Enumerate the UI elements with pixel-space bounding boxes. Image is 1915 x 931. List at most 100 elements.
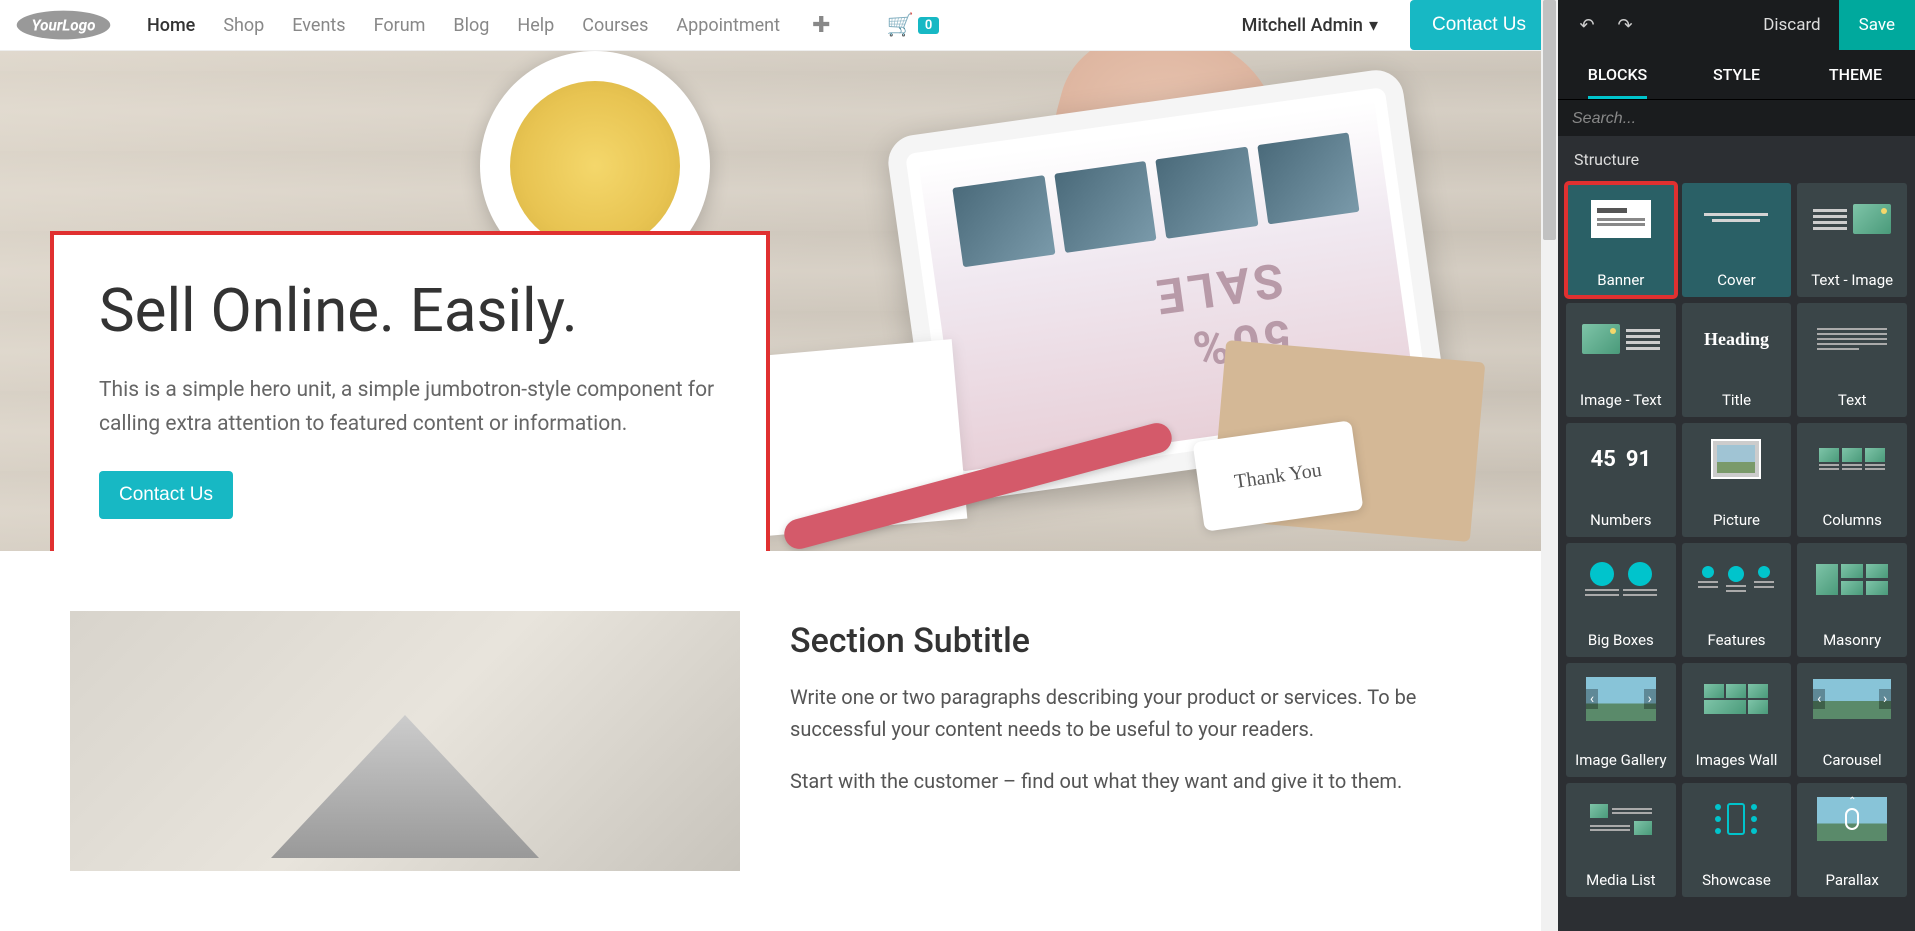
block-preview-icon (1806, 191, 1898, 247)
nav-links: HomeShopEventsForumBlogHelpCoursesAppoin… (133, 7, 794, 44)
block-preview-icon (1690, 431, 1782, 487)
block-label: Text - Image (1811, 271, 1893, 289)
block-preview-icon (1690, 671, 1782, 727)
hero-contact-button[interactable]: Contact Us (99, 471, 233, 519)
nav-link-appointment[interactable]: Appointment (662, 7, 794, 44)
block-showcase[interactable]: Showcase (1682, 783, 1792, 897)
tab-theme[interactable]: THEME (1796, 50, 1915, 99)
block-title[interactable]: Heading Title (1682, 303, 1792, 417)
hero-content-card[interactable]: Sell Online. Easily. This is a simple he… (50, 231, 770, 551)
block-preview-icon: Heading (1690, 311, 1782, 367)
block-parallax[interactable]: Parallax (1797, 783, 1907, 897)
block-label: Features (1707, 631, 1765, 649)
discard-button[interactable]: Discard (1745, 15, 1838, 35)
block-masonry[interactable]: Masonry (1797, 543, 1907, 657)
svg-text:YourLogo: YourLogo (31, 16, 95, 34)
block-columns[interactable]: Columns (1797, 423, 1907, 537)
contact-us-button[interactable]: Contact Us (1410, 0, 1548, 50)
block-label: Parallax (1825, 871, 1878, 889)
block-banner[interactable]: Banner (1566, 183, 1676, 297)
hero-subtitle[interactable]: This is a simple hero unit, a simple jum… (99, 374, 721, 441)
hero-banner[interactable]: 50% SALE Thank You Sell Online. Easily. … (0, 51, 1558, 551)
block-label: Big Boxes (1588, 631, 1654, 649)
section-paragraph-2[interactable]: Start with the customer – find out what … (790, 765, 1488, 797)
chevron-down-icon: ▾ (1369, 15, 1378, 36)
block-preview-icon (1806, 551, 1898, 607)
nav-link-blog[interactable]: Blog (439, 7, 503, 44)
top-navigation: YourLogo HomeShopEventsForumBlogHelpCour… (0, 0, 1558, 51)
hero-title[interactable]: Sell Online. Easily. (99, 275, 721, 346)
block-preview-icon (1575, 791, 1667, 847)
nav-link-events[interactable]: Events (278, 7, 359, 44)
block-numbers[interactable]: 4591 Numbers (1566, 423, 1676, 537)
block-label: Images Wall (1696, 751, 1778, 769)
cart-button[interactable]: 🛒 0 (886, 13, 939, 38)
sidebar-search (1558, 100, 1915, 136)
block-preview-icon (1575, 551, 1667, 607)
block-text[interactable]: Text (1797, 303, 1907, 417)
user-dropdown[interactable]: Mitchell Admin ▾ (1242, 15, 1378, 36)
block-cover[interactable]: Cover (1682, 183, 1792, 297)
nav-link-home[interactable]: Home (133, 7, 209, 44)
user-name: Mitchell Admin (1242, 15, 1363, 36)
block-preview-icon (1690, 791, 1782, 847)
block-preview-icon (1575, 191, 1667, 247)
block-images-wall[interactable]: Images Wall (1682, 663, 1792, 777)
block-features[interactable]: Features (1682, 543, 1792, 657)
block-preview-icon: ‹› (1575, 671, 1667, 727)
block-preview-icon (1690, 551, 1782, 607)
block-preview-icon (1575, 311, 1667, 367)
block-preview-icon (1806, 431, 1898, 487)
block-preview-icon (1806, 791, 1898, 847)
nav-link-courses[interactable]: Courses (568, 7, 662, 44)
site-logo[interactable]: YourLogo (10, 5, 125, 45)
editor-sidebar: ↶ ↷ Discard Save BLOCKSSTYLETHEME Struct… (1558, 0, 1915, 931)
block-big-boxes[interactable]: Big Boxes (1566, 543, 1676, 657)
cart-count-badge: 0 (918, 17, 939, 34)
structure-section-title: Structure (1558, 136, 1915, 177)
block-label: Numbers (1590, 511, 1651, 529)
section-paragraph-1[interactable]: Write one or two paragraphs describing y… (790, 681, 1488, 745)
block-label: Media List (1586, 871, 1655, 889)
block-label: Masonry (1823, 631, 1881, 649)
nav-link-shop[interactable]: Shop (209, 7, 278, 44)
content-section[interactable]: Section Subtitle Write one or two paragr… (0, 551, 1558, 931)
block-preview-icon: ‹› (1806, 671, 1898, 727)
nav-link-forum[interactable]: Forum (360, 7, 440, 44)
tab-style[interactable]: STYLE (1677, 50, 1796, 99)
redo-icon[interactable]: ↷ (1610, 10, 1640, 40)
block-text-image[interactable]: Text - Image (1797, 183, 1907, 297)
block-label: Image Gallery (1575, 751, 1666, 769)
block-preview-icon (1690, 191, 1782, 247)
block-image-gallery[interactable]: ‹› Image Gallery (1566, 663, 1676, 777)
block-label: Carousel (1823, 751, 1882, 769)
block-media-list[interactable]: Media List (1566, 783, 1676, 897)
section-image[interactable] (70, 611, 740, 871)
cart-icon: 🛒 (886, 13, 913, 38)
block-label: Columns (1822, 511, 1881, 529)
sidebar-tabs: BLOCKSSTYLETHEME (1558, 50, 1915, 100)
block-carousel[interactable]: ‹› Carousel (1797, 663, 1907, 777)
tab-blocks[interactable]: BLOCKS (1558, 50, 1677, 99)
block-label: Banner (1597, 271, 1644, 289)
block-label: Title (1722, 391, 1751, 409)
scrollbar-thumb[interactable] (1543, 0, 1556, 240)
block-label: Text (1838, 391, 1867, 409)
block-preview-icon: 4591 (1575, 431, 1667, 487)
blocks-grid: Banner Cover Text - Image Image - Text Headi… (1558, 177, 1915, 903)
main-scrollbar[interactable] (1541, 0, 1558, 931)
add-menu-icon[interactable]: ✚ (802, 13, 840, 38)
block-preview-icon (1806, 311, 1898, 367)
sidebar-toolbar: ↶ ↷ Discard Save (1558, 0, 1915, 50)
undo-icon[interactable]: ↶ (1572, 10, 1602, 40)
block-image-text[interactable]: Image - Text (1566, 303, 1676, 417)
block-picture[interactable]: Picture (1682, 423, 1792, 537)
block-label: Showcase (1702, 871, 1771, 889)
block-label: Cover (1717, 271, 1755, 289)
search-input[interactable] (1572, 110, 1901, 128)
section-subtitle[interactable]: Section Subtitle (790, 621, 1488, 661)
block-label: Image - Text (1580, 391, 1662, 409)
save-button[interactable]: Save (1839, 0, 1915, 50)
nav-link-help[interactable]: Help (503, 7, 568, 44)
block-label: Picture (1713, 511, 1760, 529)
